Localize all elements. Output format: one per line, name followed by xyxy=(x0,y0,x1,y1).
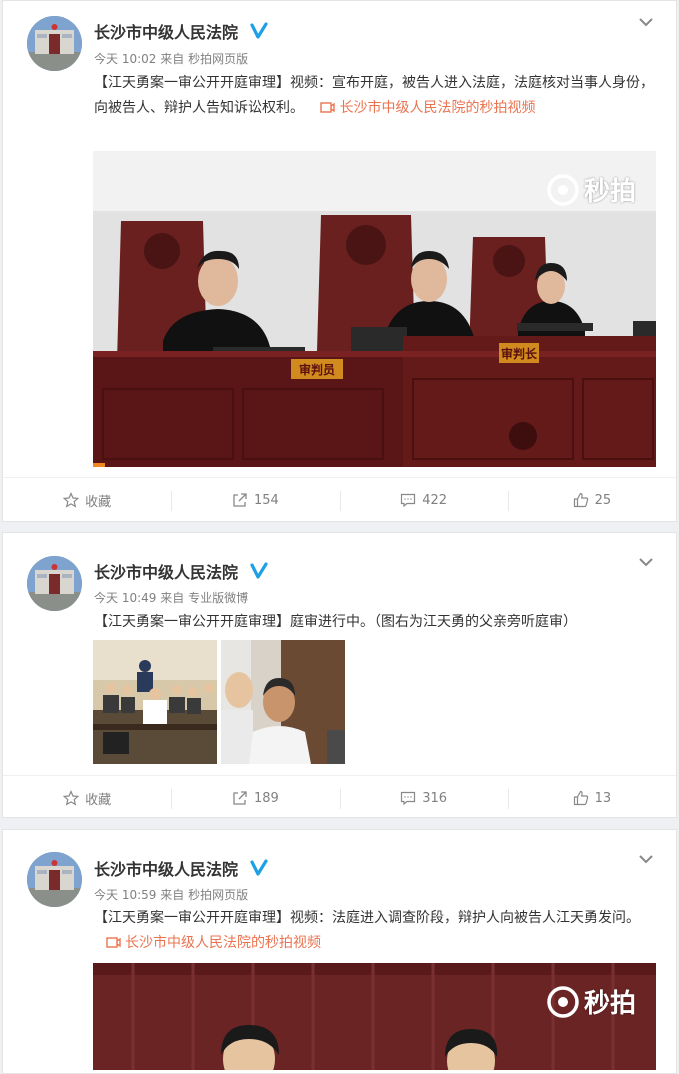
post-time[interactable]: 今天 10:02 xyxy=(94,52,156,66)
from-label: 来自 xyxy=(160,888,185,902)
repost-icon xyxy=(233,791,247,805)
post-image-thumbnail[interactable] xyxy=(221,640,345,764)
author-name[interactable]: 长沙市中级人民法院 xyxy=(94,19,268,43)
verified-icon xyxy=(249,562,268,579)
courtroom-photo-2 xyxy=(221,640,345,764)
post-text: 【江天勇案一审公开开庭审理】庭审进行中。（图右为江天勇的父亲旁听庭审） xyxy=(94,610,659,635)
favorite-label: 收藏 xyxy=(85,792,112,808)
comment-count: 316 xyxy=(422,790,448,806)
miaopai-watermark: 秒拍 xyxy=(546,171,636,208)
avatar[interactable] xyxy=(27,556,82,611)
action-bar: 收藏 154 422 25 xyxy=(3,477,676,522)
like-count: 13 xyxy=(594,790,612,806)
post-meta: 今天 10:02 来自 秒拍网页版 xyxy=(94,50,248,67)
comment-button[interactable]: 316 xyxy=(339,776,508,820)
chevron-down-icon[interactable] xyxy=(638,854,654,864)
like-count: 25 xyxy=(594,492,612,508)
post-source[interactable]: 专业版微博 xyxy=(188,591,248,605)
favorite-button[interactable]: 收藏 xyxy=(3,478,171,522)
courtroom-photo-1 xyxy=(93,640,217,764)
post-text-body: 【江天勇案一审公开开庭审理】庭审进行中。（图右为江天勇的父亲旁听庭审） xyxy=(94,614,577,630)
verified-icon xyxy=(249,859,268,876)
favorite-button[interactable]: 收藏 xyxy=(3,776,171,820)
author-name[interactable]: 长沙市中级人民法院 xyxy=(94,559,268,583)
post-source[interactable]: 秒拍网页版 xyxy=(188,888,248,902)
star-icon xyxy=(63,492,80,508)
action-bar: 收藏 189 316 13 xyxy=(3,775,676,820)
weibo-post-card: 长沙市中级人民法院 今天 10:49 来自 专业版微博 【江天勇案一审公开开庭审… xyxy=(2,532,677,818)
miaopai-watermark: 秒拍 xyxy=(546,983,636,1020)
like-button[interactable]: 25 xyxy=(507,478,676,522)
like-button[interactable]: 13 xyxy=(507,776,676,820)
post-time[interactable]: 今天 10:49 xyxy=(94,591,156,605)
author-name-text[interactable]: 长沙市中级人民法院 xyxy=(94,860,238,879)
post-image-thumbnail[interactable] xyxy=(93,640,217,764)
post-source[interactable]: 秒拍网页版 xyxy=(188,52,248,66)
avatar[interactable] xyxy=(27,16,82,71)
favorite-label: 收藏 xyxy=(85,494,112,510)
from-label: 来自 xyxy=(160,52,185,66)
watermark-text: 秒拍 xyxy=(583,177,636,207)
repost-count: 189 xyxy=(253,790,279,806)
comment-button[interactable]: 422 xyxy=(339,478,508,522)
post-meta: 今天 10:59 来自 秒拍网页版 xyxy=(94,886,248,903)
repost-count: 154 xyxy=(253,492,279,508)
video-link-icon xyxy=(320,102,336,113)
miaopai-logo-icon xyxy=(547,985,579,1018)
watermark-text: 秒拍 xyxy=(583,989,636,1019)
comment-icon xyxy=(401,493,416,508)
video-player[interactable]: 审判员 审判长 秒拍 xyxy=(93,151,656,467)
post-text: 【江天勇案一审公开开庭审理】视频：宣布开庭，被告人进入法庭，法庭核对当事人身份，… xyxy=(94,71,659,121)
from-label: 来自 xyxy=(160,591,185,605)
chevron-down-icon[interactable] xyxy=(638,17,654,27)
repost-icon xyxy=(233,493,247,507)
post-time[interactable]: 今天 10:59 xyxy=(94,888,156,902)
chevron-down-icon[interactable] xyxy=(638,557,654,567)
repost-button[interactable]: 154 xyxy=(171,478,339,522)
comment-icon xyxy=(401,791,416,806)
author-name[interactable]: 长沙市中级人民法院 xyxy=(94,856,268,880)
miaopai-logo-icon xyxy=(547,173,579,206)
author-name-text[interactable]: 长沙市中级人民法院 xyxy=(94,563,238,582)
comment-count: 422 xyxy=(422,492,448,508)
video-player[interactable]: 秒拍 xyxy=(93,963,656,1070)
post-meta: 今天 10:49 来自 专业版微博 xyxy=(94,589,248,606)
video-link[interactable]: 长沙市中级人民法院的秒拍视频 xyxy=(339,100,535,116)
post-text: 【江天勇案一审公开开庭审理】视频：法庭进入调查阶段，辩护人向被告人江天勇发问。 … xyxy=(94,906,659,956)
author-name-text[interactable]: 长沙市中级人民法院 xyxy=(94,23,238,42)
video-link[interactable]: 长沙市中级人民法院的秒拍视频 xyxy=(125,935,321,951)
plaque-chief-judge: 审判长 xyxy=(501,346,538,361)
weibo-post-card: 长沙市中级人民法院 今天 10:59 来自 秒拍网页版 【江天勇案一审公开开庭审… xyxy=(2,829,677,1074)
repost-button[interactable]: 189 xyxy=(171,776,339,820)
verified-icon xyxy=(249,22,268,39)
thumbs-up-icon xyxy=(573,790,588,806)
star-icon xyxy=(63,790,80,806)
progress-bar xyxy=(93,463,105,467)
post-text-body: 【江天勇案一审公开开庭审理】视频：法庭进入调查阶段，辩护人向被告人江天勇发问。 xyxy=(94,910,640,926)
video-link-icon xyxy=(106,937,121,948)
thumbs-up-icon xyxy=(573,492,588,508)
avatar[interactable] xyxy=(27,852,82,907)
plaque-judge: 审判员 xyxy=(299,362,335,377)
weibo-post-card: 长沙市中级人民法院 今天 10:02 来自 秒拍网页版 【江天勇案一审公开开庭审… xyxy=(2,0,677,522)
